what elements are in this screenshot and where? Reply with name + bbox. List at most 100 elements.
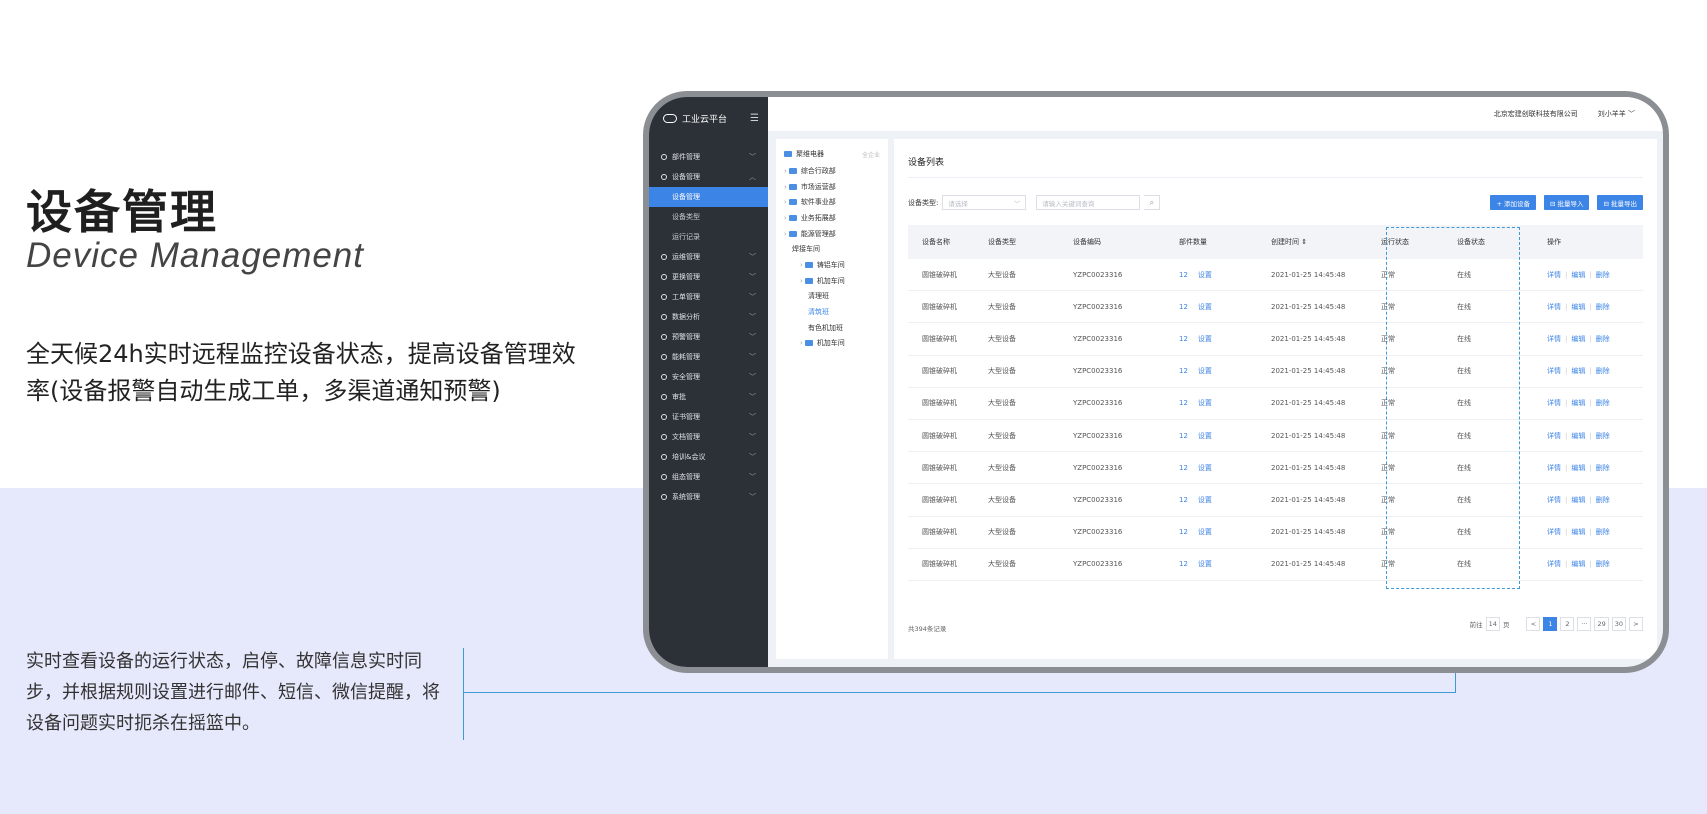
batch-import-button[interactable]: ⊟ 批量导入 — [1543, 195, 1590, 210]
detail-link[interactable]: 详情 — [1547, 271, 1561, 279]
part-count-link[interactable]: 12 — [1179, 560, 1188, 568]
part-count-link[interactable]: 12 — [1179, 335, 1188, 343]
detail-link[interactable]: 详情 — [1547, 367, 1561, 375]
add-device-button[interactable]: + 添加设备 — [1490, 195, 1536, 210]
tree-node[interactable]: › 业务拓展部 — [776, 210, 888, 226]
sidebar-item[interactable]: 运维管理 ﹀ — [649, 247, 768, 267]
search-input[interactable]: 请输入关键词查询 — [1036, 195, 1141, 210]
edit-link[interactable]: 编辑 — [1571, 432, 1585, 440]
delete-link[interactable]: 删除 — [1596, 560, 1610, 568]
part-count-link[interactable]: 12 — [1179, 303, 1188, 311]
delete-link[interactable]: 删除 — [1596, 432, 1610, 440]
part-settings-link[interactable]: 设置 — [1198, 560, 1212, 568]
edit-link[interactable]: 编辑 — [1571, 367, 1585, 375]
delete-link[interactable]: 删除 — [1596, 303, 1610, 311]
delete-link[interactable]: 删除 — [1596, 367, 1610, 375]
edit-link[interactable]: 编辑 — [1571, 528, 1585, 536]
edit-link[interactable]: 编辑 — [1571, 560, 1585, 568]
column-header[interactable]: 创建时间 ⇕ — [1271, 237, 1381, 247]
tree-node[interactable]: 焊接车间 — [776, 241, 888, 257]
sidebar-item[interactable]: 系统管理 ﹀ — [649, 487, 768, 507]
tree-node[interactable]: › 能源管理部 — [776, 226, 888, 242]
sidebar-item[interactable]: 安全管理 ﹀ — [649, 367, 768, 387]
delete-link[interactable]: 删除 — [1596, 399, 1610, 407]
detail-link[interactable]: 详情 — [1547, 528, 1561, 536]
sidebar-item[interactable]: 文档管理 ﹀ — [649, 427, 768, 447]
part-settings-link[interactable]: 设置 — [1198, 271, 1212, 279]
sidebar-subitem[interactable]: 设备管理 — [649, 187, 768, 207]
edit-link[interactable]: 编辑 — [1571, 399, 1585, 407]
device-type-select[interactable]: 请选择 ﹀ — [942, 195, 1027, 210]
sidebar-item[interactable]: 设备管理 ︿ — [649, 167, 768, 187]
page-button[interactable]: > — [1629, 617, 1643, 631]
search-icon[interactable]: ⌕ — [1144, 195, 1161, 210]
part-settings-link[interactable]: 设置 — [1198, 367, 1212, 375]
tree-root-more[interactable]: 全企业 — [862, 150, 880, 159]
batch-export-button[interactable]: ⊟ 批量导出 — [1597, 195, 1643, 210]
sidebar-item[interactable]: 更换管理 ﹀ — [649, 267, 768, 287]
delete-link[interactable]: 删除 — [1596, 496, 1610, 504]
part-settings-link[interactable]: 设置 — [1198, 496, 1212, 504]
detail-link[interactable]: 详情 — [1547, 432, 1561, 440]
part-settings-link[interactable]: 设置 — [1198, 303, 1212, 311]
tree-node[interactable]: › 铸铝车间 — [776, 257, 888, 273]
goto-page-input[interactable]: 14 — [1485, 617, 1500, 631]
sidebar-subitem[interactable]: 设备类型 — [649, 207, 768, 227]
page-button[interactable]: 30 — [1611, 617, 1626, 631]
page-button[interactable]: 29 — [1594, 617, 1609, 631]
sidebar-subitem[interactable]: 运行记录 — [649, 227, 768, 247]
tree-node[interactable]: › 机加车间 — [776, 336, 888, 352]
delete-link[interactable]: 删除 — [1596, 271, 1610, 279]
part-settings-link[interactable]: 设置 — [1198, 464, 1212, 472]
detail-link[interactable]: 详情 — [1547, 399, 1561, 407]
edit-link[interactable]: 编辑 — [1571, 271, 1585, 279]
tree-node[interactable]: 清筑班 — [776, 304, 888, 320]
part-count-link[interactable]: 12 — [1179, 271, 1188, 279]
detail-link[interactable]: 详情 — [1547, 496, 1561, 504]
user-menu[interactable]: 刘小羊羊 ﹀ — [1598, 109, 1635, 119]
part-count-link[interactable]: 12 — [1179, 367, 1188, 375]
sidebar-item[interactable]: 数据分析 ﹀ — [649, 307, 768, 327]
edit-link[interactable]: 编辑 — [1571, 335, 1585, 343]
page-button[interactable]: < — [1526, 617, 1541, 631]
tree-node[interactable]: 清理班 — [776, 289, 888, 305]
detail-link[interactable]: 详情 — [1547, 303, 1561, 311]
menu-toggle-icon[interactable]: ☰ — [750, 113, 759, 124]
part-settings-link[interactable]: 设置 — [1198, 432, 1212, 440]
detail-link[interactable]: 详情 — [1547, 464, 1561, 472]
part-settings-link[interactable]: 设置 — [1198, 528, 1212, 536]
part-count-link[interactable]: 12 — [1179, 464, 1188, 472]
detail-link[interactable]: 详情 — [1547, 335, 1561, 343]
page-button[interactable]: 2 — [1560, 617, 1575, 631]
sidebar-item[interactable]: 工单管理 ﹀ — [649, 287, 768, 307]
part-settings-link[interactable]: 设置 — [1198, 399, 1212, 407]
tree-node[interactable]: › 综合行政部 — [776, 163, 888, 179]
sidebar-item[interactable]: 部件管理 ﹀ — [649, 147, 768, 167]
tree-node[interactable]: › 机加车间 — [776, 273, 888, 289]
edit-link[interactable]: 编辑 — [1571, 464, 1585, 472]
sidebar-item[interactable]: 组态管理 ﹀ — [649, 467, 768, 487]
sidebar-item[interactable]: 证书管理 ﹀ — [649, 407, 768, 427]
part-count-link[interactable]: 12 — [1179, 432, 1188, 440]
delete-link[interactable]: 删除 — [1596, 335, 1610, 343]
tree-node[interactable]: › 市场运营部 — [776, 179, 888, 195]
part-count-link[interactable]: 12 — [1179, 528, 1188, 536]
tree-node[interactable]: 有色机加班 — [776, 320, 888, 336]
delete-link[interactable]: 删除 — [1596, 464, 1610, 472]
sidebar-item[interactable]: 审批 ﹀ — [649, 387, 768, 407]
page-button[interactable]: 1 — [1543, 617, 1558, 631]
tree-root[interactable]: 聚维电器 全企业 — [776, 145, 888, 163]
detail-link[interactable]: 详情 — [1547, 560, 1561, 568]
delete-link[interactable]: 删除 — [1596, 528, 1610, 536]
part-settings-link[interactable]: 设置 — [1198, 335, 1212, 343]
part-count-link[interactable]: 12 — [1179, 496, 1188, 504]
sidebar-item[interactable]: 预警管理 ﹀ — [649, 327, 768, 347]
sidebar-item[interactable]: 能耗管理 ﹀ — [649, 347, 768, 367]
tree-node[interactable]: › 软件事业部 — [776, 194, 888, 210]
edit-link[interactable]: 编辑 — [1571, 496, 1585, 504]
sidebar-item[interactable]: 培训&会议 ﹀ — [649, 447, 768, 467]
part-count-link[interactable]: 12 — [1179, 399, 1188, 407]
edit-link[interactable]: 编辑 — [1571, 303, 1585, 311]
page-button[interactable]: ··· — [1577, 617, 1592, 631]
device-name-cell: 圆锥破碎机 — [922, 399, 957, 408]
